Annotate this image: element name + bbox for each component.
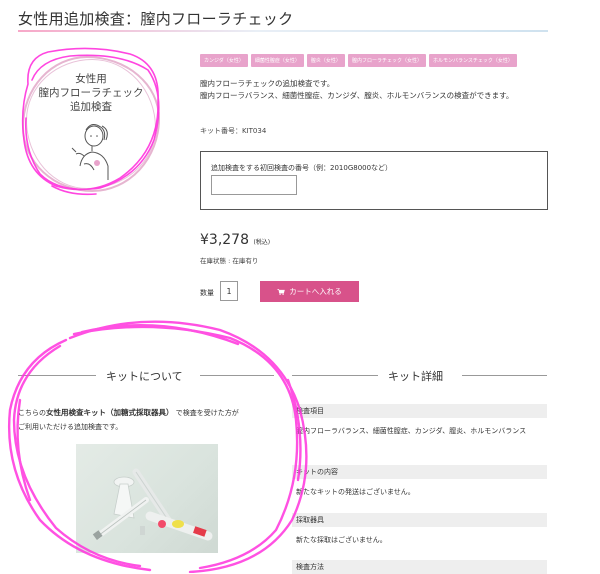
tag-flora-check[interactable]: 膣内フローラチェック（女性） <box>347 54 426 67</box>
stock-status: 在庫状態 : 在庫有り <box>200 257 259 265</box>
initial-test-box: 追加検査をする初回検査の番号（例：2010G8000など） <box>200 151 548 210</box>
kit-details-line-left <box>292 375 378 376</box>
detail-row-value-test-items: 膣内フローラバランス、細菌性膣症、カンジダ、膣炎、ホルモンバランス <box>296 427 527 435</box>
detail-row-label-test-items: 検査項目 <box>292 404 547 418</box>
product-image-label-3: 追加検査 <box>70 101 112 113</box>
tag-vaginitis[interactable]: 膣炎（女性） <box>306 54 345 67</box>
product-image-label-2: 膣内フローラチェック <box>38 87 144 99</box>
product-image-label-1: 女性用 <box>75 73 107 85</box>
tag-candida[interactable]: カンジダ（女性） <box>200 54 248 67</box>
price-tax-note: (税込) <box>253 239 271 246</box>
price-amount: ¥3,278 <box>200 232 249 248</box>
tag-hormone-balance[interactable]: ホルモンバランスチェック（女性） <box>428 54 517 67</box>
title-underline <box>18 30 548 32</box>
tag-list: カンジダ（女性） 細菌性膣症（女性） 膣炎（女性） 膣内フローラチェック（女性） ホルモ… <box>200 54 520 73</box>
kit-details-heading: キット詳細 <box>388 370 443 383</box>
kit-about-text: こちらの女性用検査キット（加糖式採取器具） で検査を受けた方が ご利用いただける… <box>18 406 239 434</box>
quantity-label: 数量 <box>200 289 214 297</box>
detail-row-label-kit-contents: キットの内容 <box>292 465 547 479</box>
detail-row-value-kit-contents: 新たなキットの発送はございません。 <box>296 488 415 496</box>
kit-about-bold: 女性用検査キット（加糖式採取器具） <box>46 408 174 417</box>
description-line-2: 膣内フローラバランス、細菌性膣症、カンジダ、膣炎、ホルモンバランスの検査ができま… <box>200 91 514 100</box>
kit-contents-image <box>92 468 213 541</box>
tag-bacterial-vaginosis[interactable]: 細菌性膣症（女性） <box>250 54 304 67</box>
product-image: 女性用 膣内フローラチェック 追加検査 <box>22 56 160 192</box>
kit-about-line-right <box>200 375 274 376</box>
add-to-cart-button[interactable]: カートへ入れる <box>260 281 359 302</box>
description-line-1: 膣内フローラチェックの追加検査です。 <box>200 79 335 88</box>
kit-about-line-left <box>18 375 96 376</box>
kit-about-line-2: ご利用いただける追加検査です。 <box>18 423 123 431</box>
quantity-input[interactable]: 1 <box>220 281 238 301</box>
detail-row-label-collection-device: 採取器具 <box>292 513 547 527</box>
kit-about-pre: こちらの <box>18 409 46 417</box>
kit-photo <box>76 444 218 553</box>
page-title: 女性用追加検査：膣内フローラチェック <box>18 10 294 28</box>
add-to-cart-label: カートへ入れる <box>289 287 342 296</box>
woman-illustration-icon <box>71 124 109 180</box>
kit-number: キット番号：KIT034 <box>200 127 267 135</box>
cart-icon <box>277 289 286 295</box>
kit-about-post: で検査を受けた方が <box>175 409 239 417</box>
detail-row-label-test-method: 検査方法 <box>292 560 547 574</box>
initial-test-label: 追加検査をする初回検査の番号（例：2010G8000など） <box>211 164 393 172</box>
initial-test-number-input[interactable] <box>211 175 297 195</box>
kit-about-heading: キットについて <box>106 370 183 383</box>
detail-row-value-collection-device: 新たな採取はございません。 <box>296 536 387 544</box>
kit-details-line-right <box>462 375 547 376</box>
price: ¥3,278 (税込) <box>200 232 270 248</box>
product-description: 膣内フローラチェックの追加検査です。 膣内フローラバランス、細菌性膣症、カンジダ… <box>200 78 513 102</box>
